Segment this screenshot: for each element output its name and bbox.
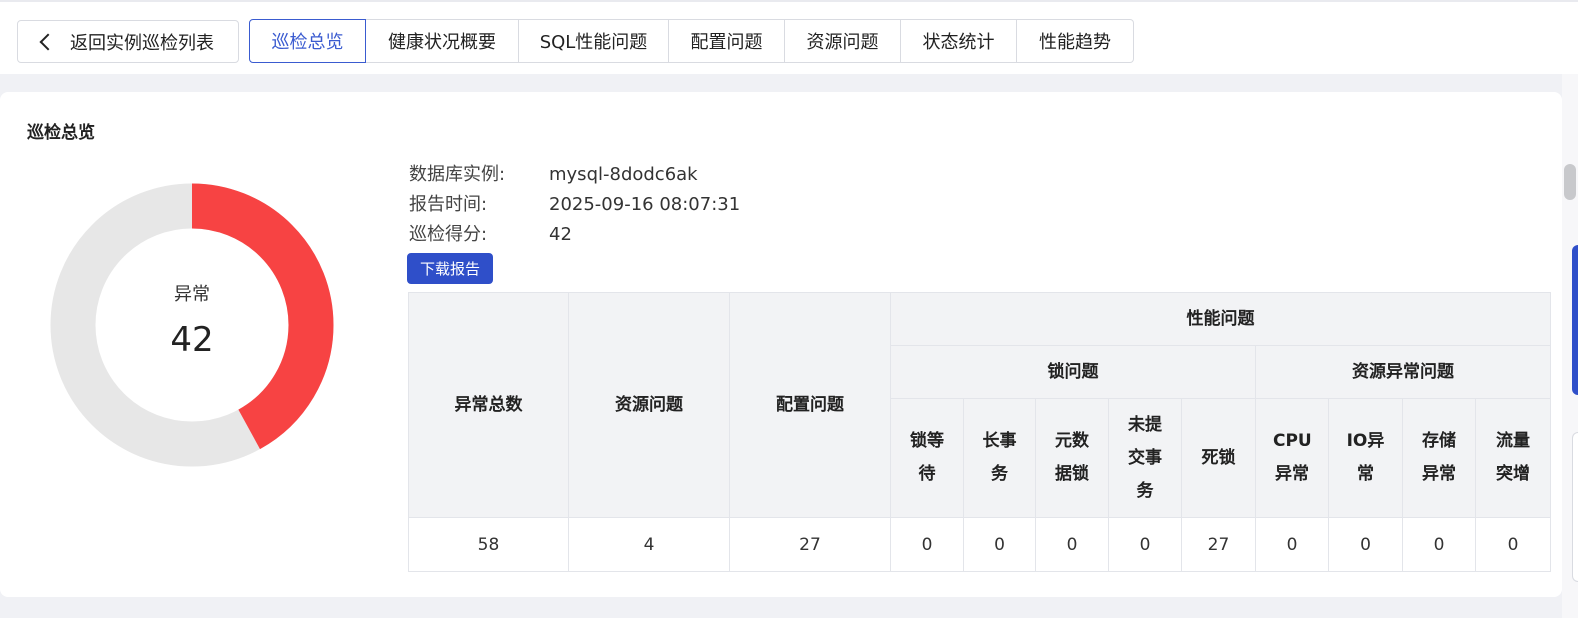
cell-traffic-spike: 0 xyxy=(1474,517,1552,572)
download-report-button[interactable]: 下载报告 xyxy=(407,253,493,284)
cell-storage-anomaly: 0 xyxy=(1402,517,1476,572)
scrollbar-thumb[interactable] xyxy=(1564,164,1576,200)
tab-label: 健康状况概要 xyxy=(388,32,496,53)
gauge-value: 42 xyxy=(170,320,214,360)
tab-label: 巡检总览 xyxy=(271,32,344,53)
info-key: 巡检得分: xyxy=(409,224,488,245)
info-score: 巡检得分: 42 xyxy=(409,220,572,246)
header-lock-wait: 锁等待 xyxy=(890,398,964,518)
overview-card: 巡检总览 异常 42 数据库实例: mysql-8dodc6ak 报告时间: 202… xyxy=(0,92,1562,597)
header-long-transaction: 长事务 xyxy=(963,398,1036,518)
header-traffic-spike: 流量突增 xyxy=(1474,398,1552,518)
card-title: 巡检总览 xyxy=(27,123,95,143)
info-value: 42 xyxy=(549,224,572,245)
header-performance: 性能问题 xyxy=(889,292,1552,346)
tab-status-stats[interactable]: 状态统计 xyxy=(901,19,1017,63)
cell-cpu-anomaly: 0 xyxy=(1255,517,1329,572)
cell-uncommitted-transaction: 0 xyxy=(1108,517,1182,572)
cell-lock-wait: 0 xyxy=(890,517,964,572)
info-key: 报告时间: xyxy=(409,194,488,215)
header-resource: 资源问题 xyxy=(568,292,730,518)
tab-label: SQL性能问题 xyxy=(539,32,648,53)
tab-bar: 巡检总览 健康状况概要 SQL性能问题 配置问题 资源问题 状态统计 性能趋势 xyxy=(249,19,1134,63)
back-to-list-button[interactable]: 返回实例巡检列表 xyxy=(17,20,239,63)
chevron-left-icon xyxy=(39,33,57,50)
info-value: 2025-09-16 08:07:31 xyxy=(549,194,741,215)
header-resource-anomaly: 资源异常问题 xyxy=(1254,345,1552,399)
cell-config: 27 xyxy=(729,517,891,572)
tab-performance-trend[interactable]: 性能趋势 xyxy=(1017,19,1134,63)
tab-label: 状态统计 xyxy=(922,32,995,53)
cell-resource: 4 xyxy=(568,517,730,572)
tab-health-summary[interactable]: 健康状况概要 xyxy=(366,19,519,63)
header-config: 配置问题 xyxy=(729,292,891,518)
side-float-tab[interactable] xyxy=(1572,245,1578,395)
cell-deadlock: 27 xyxy=(1181,517,1256,572)
header-uncommitted-transaction: 未提交事务 xyxy=(1108,398,1182,518)
side-float-panel[interactable] xyxy=(1572,432,1578,582)
info-report-time: 报告时间: 2025-09-16 08:07:31 xyxy=(409,190,740,216)
top-navigation: 返回实例巡检列表 巡检总览 健康状况概要 SQL性能问题 配置问题 资源问题 状… xyxy=(0,0,1578,74)
cell-metadata-lock: 0 xyxy=(1035,517,1109,572)
back-button-label: 返回实例巡检列表 xyxy=(70,32,214,54)
tab-resource-issues[interactable]: 资源问题 xyxy=(785,19,901,63)
tab-label: 配置问题 xyxy=(690,32,763,53)
cell-long-transaction: 0 xyxy=(963,517,1036,572)
table-row: 58 4 27 0 0 0 0 27 0 0 0 0 xyxy=(408,517,1552,572)
header-lock: 锁问题 xyxy=(890,345,1256,399)
tab-overview[interactable]: 巡检总览 xyxy=(249,19,366,63)
info-value: mysql-8dodc6ak xyxy=(549,164,698,185)
header-storage-anomaly: 存储异常 xyxy=(1402,398,1476,518)
tab-label: 性能趋势 xyxy=(1039,32,1111,53)
header-deadlock: 死锁 xyxy=(1181,398,1256,518)
header-io-anomaly: IO异常 xyxy=(1328,398,1403,518)
tab-label: 资源问题 xyxy=(806,32,879,53)
anomaly-table: 异常总数 资源问题 配置问题 性能问题 锁问题 资源异常问题 锁等待 长事务 元… xyxy=(408,292,1552,572)
tab-config-issues[interactable]: 配置问题 xyxy=(669,19,785,63)
header-cpu-anomaly: CPU异常 xyxy=(1255,398,1329,518)
tab-sql-performance[interactable]: SQL性能问题 xyxy=(519,19,669,63)
cell-total: 58 xyxy=(408,517,569,572)
gauge-label: 异常 xyxy=(174,284,210,305)
cell-io-anomaly: 0 xyxy=(1328,517,1403,572)
header-metadata-lock: 元数据锁 xyxy=(1035,398,1109,518)
info-instance: 数据库实例: mysql-8dodc6ak xyxy=(409,160,698,186)
info-key: 数据库实例: xyxy=(409,164,506,185)
header-total: 异常总数 xyxy=(408,292,569,518)
